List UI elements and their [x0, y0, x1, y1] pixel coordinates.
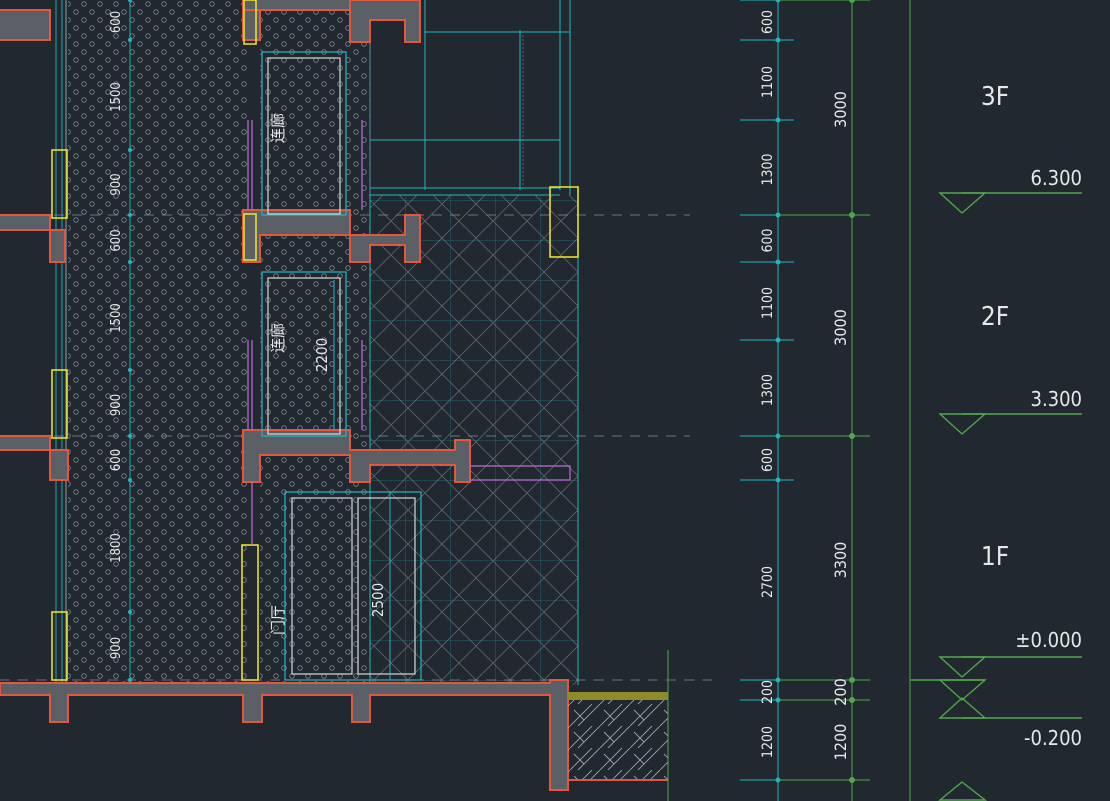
dim-tick-dot	[128, 213, 132, 217]
dim-tick-dot	[849, 677, 855, 683]
dim-tick-dot	[775, 37, 781, 43]
dim-tick-dot	[849, 777, 855, 783]
dim-label-left: 600	[109, 229, 124, 251]
dim-label-col1: 1200	[760, 726, 776, 758]
dim-tick-dot	[775, 259, 781, 265]
room-label: 门厅	[269, 605, 287, 635]
dim-label-col1: 1300	[760, 374, 776, 406]
dim-tick-dot	[128, 434, 132, 438]
dim-label-col1: 1300	[760, 153, 776, 185]
dim-tick-dot	[128, 678, 132, 682]
inner-dim-label: 2200	[313, 338, 331, 372]
elevation-label: 6.300	[1031, 166, 1083, 190]
dim-label-col1: 600	[760, 10, 776, 34]
dim-label-col1: 1100	[760, 287, 776, 319]
dim-label-col1: 2700	[760, 566, 776, 598]
dim-tick-dot	[128, 38, 132, 42]
dim-tick-dot	[128, 368, 132, 372]
dim-label-left: 1800	[109, 533, 124, 563]
elevation-label: 3.300	[1031, 387, 1083, 411]
elevation-label: -0.200	[1024, 726, 1082, 750]
dim-tick-dot	[849, 0, 855, 3]
dim-label-left: 900	[109, 637, 124, 659]
dim-tick-dot	[775, 337, 781, 343]
dim-tick-dot	[128, 610, 132, 614]
room-label: 连廊	[269, 323, 287, 353]
dim-tick-dot	[775, 477, 781, 483]
floor-label: 1F	[981, 542, 1009, 572]
dim-tick-dot	[775, 117, 781, 123]
dim-label-col1: 200	[760, 680, 776, 704]
dim-tick-dot	[128, 148, 132, 152]
dim-label-left: 1500	[109, 82, 124, 112]
dim-tick-dot	[128, 478, 132, 482]
dim-label-col1: 600	[760, 228, 776, 252]
dim-tick-dot	[849, 697, 855, 703]
dim-label-col2: 3300	[831, 542, 850, 579]
dim-tick-dot	[849, 433, 855, 439]
dim-tick-dot	[849, 212, 855, 218]
dim-label-col2: 200	[831, 678, 850, 705]
dim-label-left: 900	[109, 173, 124, 195]
room-label: 连廊	[269, 113, 287, 143]
elevation-label: ±0.000	[1015, 628, 1082, 652]
dim-label-left: 600	[109, 449, 124, 471]
dim-label-col1: 600	[760, 448, 776, 472]
dim-label-col2: 3000	[831, 309, 850, 346]
floor-label: 3F	[981, 82, 1009, 112]
dim-label-col1: 1100	[760, 66, 776, 98]
dim-tick-dot	[128, 260, 132, 264]
inner-dim-label: 2500	[369, 583, 387, 617]
cad-section-drawing: 600 1100 1300 600 1100 1300 600 2700 200 1200 3000…	[0, 0, 1110, 801]
floor-label: 2F	[981, 302, 1009, 332]
dim-label-left: 600	[109, 11, 124, 33]
dim-label-col2: 3000	[831, 91, 850, 128]
dim-label-col2: 1200	[831, 724, 850, 761]
dim-label-left: 1500	[109, 303, 124, 333]
dim-label-left: 900	[109, 394, 124, 416]
